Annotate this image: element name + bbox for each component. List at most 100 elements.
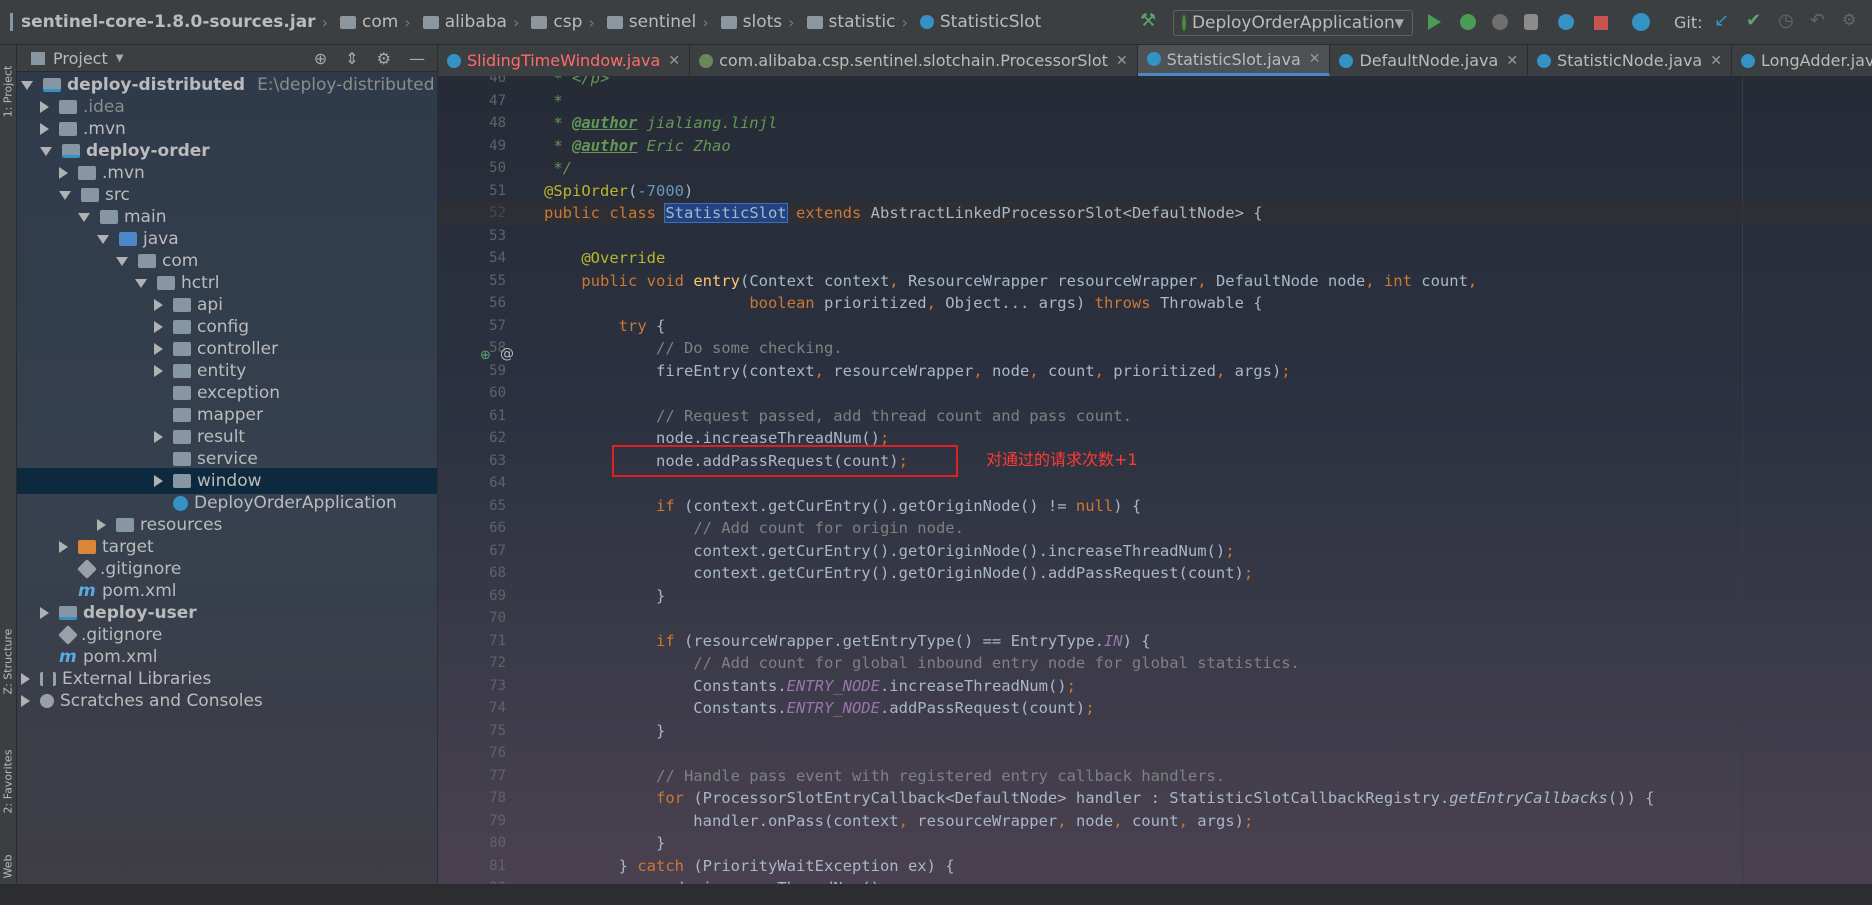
close-icon[interactable]: ✕ xyxy=(668,53,680,69)
implementing-method-icon[interactable]: ⊕ xyxy=(480,348,491,363)
profile-icon[interactable] xyxy=(1524,14,1538,30)
code-line[interactable]: // Request passed, add thread count and … xyxy=(544,405,1132,428)
editor-tab[interactable]: DefaultNode.java ✕ xyxy=(1330,45,1529,76)
settings-icon[interactable]: ⚙ xyxy=(1842,10,1860,29)
close-icon[interactable]: ✕ xyxy=(1710,53,1722,69)
tree-item-label: com xyxy=(162,251,199,271)
close-icon[interactable]: ✕ xyxy=(1506,53,1518,69)
code-line[interactable]: context.getCurEntry().getOriginNode().in… xyxy=(544,540,1234,563)
chevron-down-icon[interactable] xyxy=(78,212,90,222)
chevron-down-icon[interactable] xyxy=(135,278,147,288)
close-icon[interactable]: ✕ xyxy=(1116,53,1128,69)
git-commit-icon[interactable]: ✔ xyxy=(1746,10,1764,31)
code-line[interactable]: fireEntry(context, resourceWrapper, node… xyxy=(544,360,1291,383)
code-line[interactable]: public void entry(Context context, Resou… xyxy=(544,270,1477,293)
chevron-right-icon[interactable] xyxy=(40,607,49,619)
close-icon[interactable]: ✕ xyxy=(1309,51,1321,67)
cls-icon xyxy=(173,495,188,511)
chevron-right-icon[interactable] xyxy=(21,673,30,685)
code-line[interactable]: handler.onPass(context, resourceWrapper,… xyxy=(544,810,1253,833)
code-line[interactable]: } catch (PriorityWaitException ex) { xyxy=(544,855,955,878)
chevron-right-icon[interactable] xyxy=(97,519,106,531)
code-line[interactable]: * </p> xyxy=(544,76,609,90)
code-line[interactable]: } xyxy=(544,585,665,608)
code-line[interactable]: Constants.ENTRY_NODE.addPassRequest(coun… xyxy=(544,697,1094,720)
code-line[interactable]: // Do some checking. xyxy=(544,337,843,360)
editor-tab[interactable]: SlidingTimeWindow.java ✕ xyxy=(438,45,691,76)
help-icon[interactable] xyxy=(1632,13,1650,31)
chevron-right-icon[interactable] xyxy=(154,299,163,311)
code-line[interactable]: for (ProcessorSlotEntryCallback<DefaultN… xyxy=(544,787,1655,810)
code-line[interactable]: public class StatisticSlot extends Abstr… xyxy=(544,202,1263,225)
editor-tab[interactable]: com.alibaba.csp.sentinel.slotchain.Proce… xyxy=(690,45,1138,76)
code-line[interactable]: // Handle pass event with registered ent… xyxy=(544,765,1225,788)
code-line[interactable]: context.getCurEntry().getOriginNode().ad… xyxy=(544,562,1253,585)
chevron-down-icon[interactable] xyxy=(40,146,52,156)
code-line[interactable]: @SpiOrder(-7000) xyxy=(544,180,693,203)
coverage-icon[interactable] xyxy=(1492,14,1508,30)
tree-item[interactable]: Scratches and Consoles xyxy=(17,688,437,714)
breadcrumb-item[interactable]: › statistic xyxy=(782,12,895,32)
git-update-icon[interactable]: ↙ xyxy=(1714,10,1732,31)
breadcrumb-item[interactable]: sentinel-core-1.8.0-sources.jar xyxy=(10,12,316,32)
code-line[interactable]: boolean prioritized, Object... args) thr… xyxy=(544,292,1262,315)
code-line[interactable]: * @author jialiang.linjl xyxy=(544,112,777,135)
code-line[interactable]: * xyxy=(544,90,562,113)
jar-icon xyxy=(10,13,13,31)
code-line[interactable]: if (context.getCurEntry().getOriginNode(… xyxy=(544,495,1141,518)
breadcrumb-item[interactable]: › sentinel xyxy=(582,12,696,32)
breadcrumb-item[interactable]: › com xyxy=(316,12,399,32)
chevron-right-icon[interactable] xyxy=(154,343,163,355)
code-line[interactable]: // Add count for global inbound entry no… xyxy=(544,652,1300,675)
chevron-down-icon[interactable] xyxy=(21,80,33,90)
breadcrumb-item[interactable]: › csp xyxy=(507,12,582,32)
build-icon[interactable]: ⚒ xyxy=(1140,10,1158,31)
locate-icon[interactable]: ⊕ xyxy=(314,49,327,68)
chevron-right-icon[interactable] xyxy=(154,475,163,487)
code-line[interactable]: @Override xyxy=(544,247,665,270)
chevron-right-icon[interactable] xyxy=(59,541,68,553)
chevron-right-icon[interactable] xyxy=(59,167,68,179)
code-line[interactable]: if (resourceWrapper.getEntryType() == En… xyxy=(544,630,1151,653)
run-configuration-select[interactable]: DeployOrderApplication ▼ xyxy=(1173,10,1413,36)
project-panel-title[interactable]: Project xyxy=(53,49,108,68)
chevron-down-icon[interactable] xyxy=(59,190,71,200)
code-line[interactable]: */ xyxy=(544,157,572,180)
favorites-tool-button[interactable]: 2: Favorites xyxy=(2,744,15,820)
chevron-down-icon[interactable] xyxy=(116,256,128,266)
code-line[interactable]: } xyxy=(544,832,665,855)
chevron-right-icon[interactable] xyxy=(154,431,163,443)
code-line[interactable]: * @author Eric Zhao xyxy=(544,135,730,158)
collapse-all-icon[interactable]: ⇕ xyxy=(345,49,358,68)
code-editor[interactable]: 4647484950515253545556575859606162636465… xyxy=(438,76,1872,884)
breadcrumb-item[interactable]: › alibaba xyxy=(398,12,507,32)
editor-tab[interactable]: LongAdder.java✕ xyxy=(1732,45,1872,76)
chevron-right-icon[interactable] xyxy=(154,321,163,333)
minimize-icon[interactable]: — xyxy=(409,49,425,68)
git-history-icon[interactable]: ◷ xyxy=(1778,10,1796,31)
code-line[interactable]: // Add count for origin node. xyxy=(544,517,964,540)
run-icon[interactable] xyxy=(1428,14,1441,30)
structure-tool-button[interactable]: Z: Structure xyxy=(2,624,15,700)
code-line[interactable]: Constants.ENTRY_NODE.increaseThreadNum()… xyxy=(544,675,1076,698)
chevron-right-icon[interactable] xyxy=(40,123,49,135)
code-line[interactable]: } xyxy=(544,720,665,743)
chevron-down-icon[interactable]: ▼ xyxy=(116,53,124,64)
web-tool-button[interactable]: Web xyxy=(2,829,15,905)
breadcrumb-item[interactable]: › StatisticSlot xyxy=(895,12,1041,32)
git-rollback-icon[interactable]: ↶ xyxy=(1810,10,1828,31)
attach-debugger-icon[interactable] xyxy=(1558,14,1574,30)
gear-icon[interactable]: ⚙ xyxy=(377,49,391,68)
chevron-right-icon[interactable] xyxy=(40,101,49,113)
stop-icon[interactable] xyxy=(1594,16,1608,30)
editor-tab[interactable]: StatisticSlot.java ✕ xyxy=(1137,45,1331,76)
code-line[interactable]: try { xyxy=(544,315,666,338)
code-line[interactable]: node.increaseThreadNum(); xyxy=(544,877,889,884)
breadcrumb-item[interactable]: › slots xyxy=(696,12,782,32)
debug-icon[interactable] xyxy=(1460,14,1476,30)
editor-tab[interactable]: StatisticNode.java ✕ xyxy=(1528,45,1732,76)
chevron-right-icon[interactable] xyxy=(21,695,30,707)
chevron-right-icon[interactable] xyxy=(154,365,163,377)
project-tool-button[interactable]: 1: Project xyxy=(2,54,15,130)
chevron-down-icon[interactable] xyxy=(97,234,109,244)
